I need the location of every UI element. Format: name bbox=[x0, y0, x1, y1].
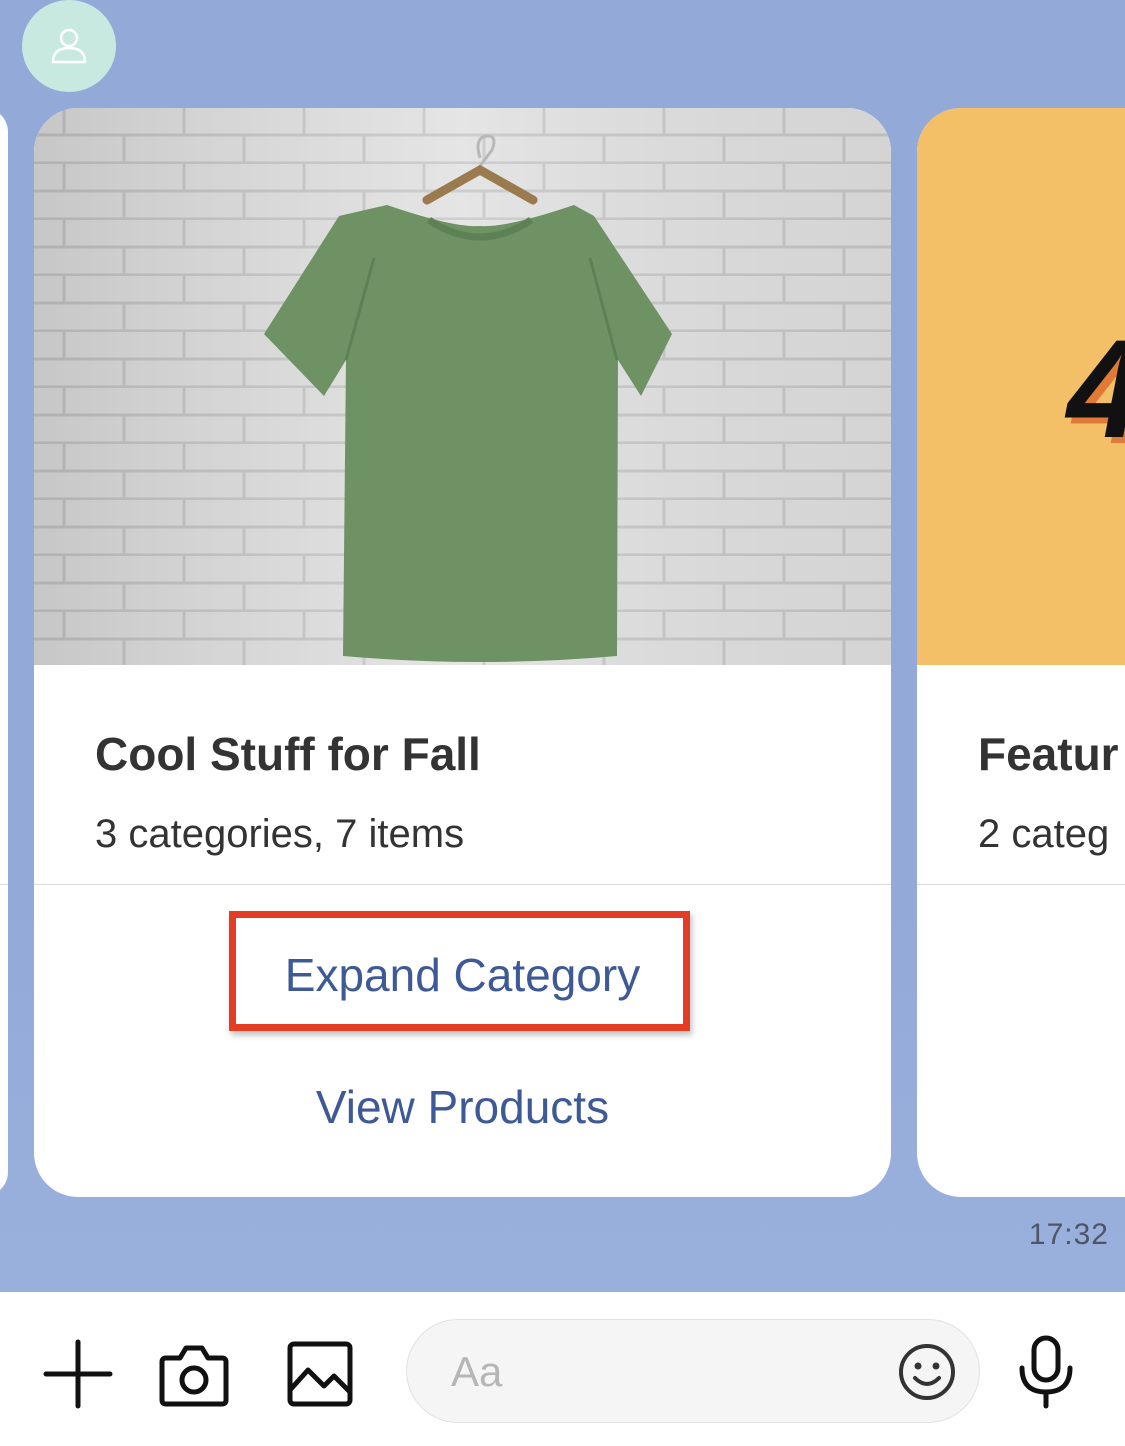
card-title: Cool Stuff for Fall bbox=[95, 728, 481, 780]
next-card-title: Featur bbox=[978, 728, 1119, 780]
expand-category-button[interactable]: Expand Category bbox=[34, 948, 891, 1002]
tshirt-image bbox=[34, 108, 891, 665]
next-card-image[interactable]: 4 bbox=[917, 108, 1125, 665]
carousel-card-next[interactable]: 4 Featur 2 categ bbox=[917, 108, 1125, 1197]
view-products-button[interactable]: View Products bbox=[34, 1080, 891, 1134]
message-input-container bbox=[406, 1319, 980, 1423]
plus-icon[interactable] bbox=[40, 1336, 116, 1412]
message-composer bbox=[0, 1292, 1125, 1446]
message-timestamp: 17:32 bbox=[1028, 1218, 1109, 1251]
avatar[interactable] bbox=[22, 0, 116, 92]
user-icon bbox=[51, 28, 87, 64]
card-divider bbox=[34, 884, 891, 885]
message-input[interactable] bbox=[451, 1340, 871, 1404]
next-card-divider bbox=[917, 884, 1125, 885]
next-card-badge: 4 bbox=[1067, 308, 1125, 470]
card-image[interactable] bbox=[34, 108, 891, 665]
chat-area: Cool Stuff for Fall 3 categories, 7 item… bbox=[0, 0, 1125, 1292]
previous-card-edge[interactable] bbox=[0, 108, 8, 1196]
microphone-icon[interactable] bbox=[1008, 1332, 1084, 1412]
gallery-icon[interactable] bbox=[282, 1336, 358, 1412]
next-card-subtitle: 2 categ bbox=[978, 812, 1110, 856]
camera-icon[interactable] bbox=[156, 1336, 232, 1412]
card-subtitle: 3 categories, 7 items bbox=[95, 812, 465, 856]
emoji-icon[interactable] bbox=[897, 1342, 957, 1402]
previous-card-divider bbox=[0, 884, 8, 885]
carousel-card-cool-stuff: Cool Stuff for Fall 3 categories, 7 item… bbox=[34, 108, 891, 1197]
